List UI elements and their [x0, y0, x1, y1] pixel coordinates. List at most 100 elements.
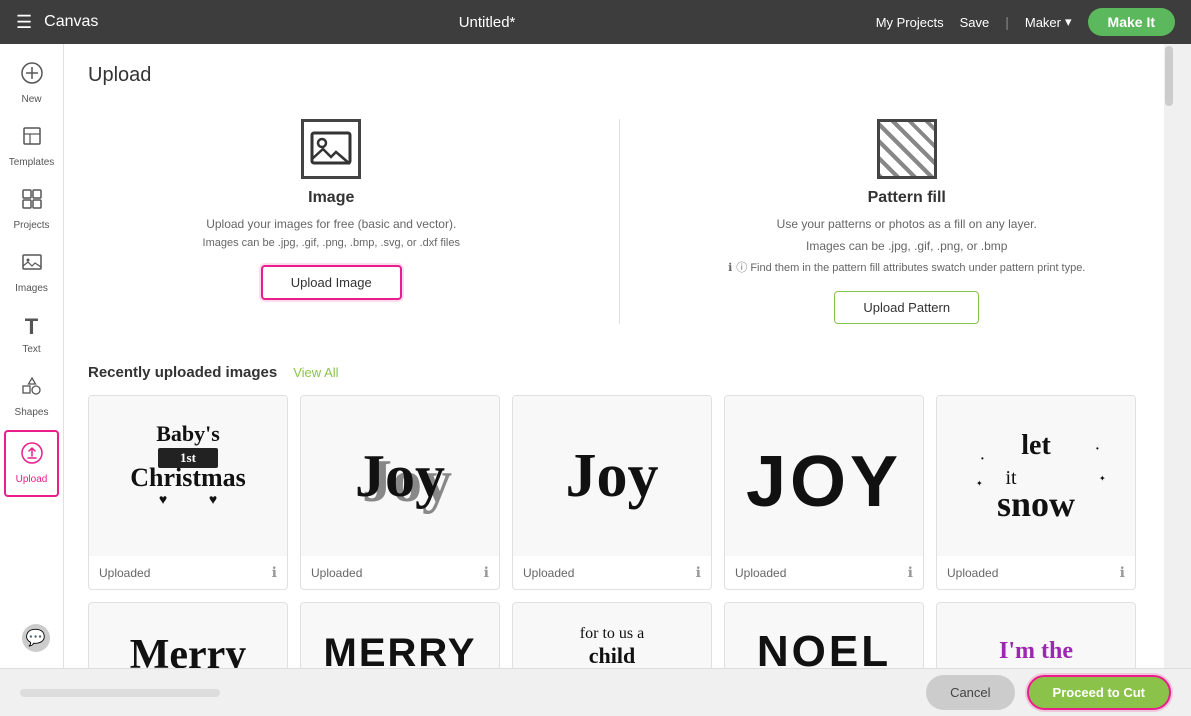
image-card-1: Baby's 1st Christmas ♥ ♥ Uploaded ℹ	[88, 395, 288, 590]
chevron-down-icon: ▾	[1065, 14, 1072, 30]
svg-text:I'm the: I'm the	[999, 638, 1073, 664]
sidebar-item-label: Templates	[9, 157, 55, 168]
image-thumb-3[interactable]: Joy	[513, 396, 711, 556]
templates-icon	[21, 125, 43, 153]
sidebar-item-shapes[interactable]: Shapes	[0, 365, 63, 428]
info-icon: ℹ	[728, 261, 732, 274]
svg-text:♥: ♥	[209, 491, 217, 507]
image-thumb-7[interactable]: MERRY	[301, 603, 499, 668]
image-thumb-8[interactable]: for to us a child	[513, 603, 711, 668]
sidebar-item-label: Text	[22, 344, 40, 355]
svg-text:♥: ♥	[159, 491, 167, 507]
image-card-2: Joy Joy Uploaded ℹ	[300, 395, 500, 590]
maker-button[interactable]: Maker ▾	[1025, 14, 1072, 30]
sidebar-item-new[interactable]: New	[0, 52, 63, 115]
image-card-footer-3: Uploaded ℹ	[513, 556, 711, 589]
pattern-upload-option: Pattern fill Use your patterns or photos…	[660, 99, 1155, 344]
image-card-footer-1: Uploaded ℹ	[89, 556, 287, 589]
upload-image-button[interactable]: Upload Image	[261, 265, 402, 300]
image-card-8: for to us a child	[512, 602, 712, 668]
progress-bar	[20, 689, 220, 697]
save-link[interactable]: Save	[960, 15, 990, 30]
info-icon-2[interactable]: ℹ	[484, 564, 489, 581]
image-grid-row2: Merry MERRY for to us a ch	[88, 602, 1150, 668]
uploaded-label-4: Uploaded	[735, 566, 786, 580]
svg-text:✦: ✦	[976, 479, 983, 488]
recently-section: Recently uploaded images View All Baby's…	[64, 364, 1174, 668]
info-icon-3[interactable]: ℹ	[696, 564, 701, 581]
image-option-desc2: Images can be .jpg, .gif, .png, .bmp, .s…	[203, 237, 460, 249]
info-icon-5[interactable]: ℹ	[1120, 564, 1125, 581]
image-card-5: let it snow •• ✦✦ Uploaded ℹ	[936, 395, 1136, 590]
projects-icon	[21, 188, 43, 216]
svg-text:snow: snow	[997, 484, 1075, 524]
cancel-button[interactable]: Cancel	[926, 675, 1014, 710]
upload-pattern-button[interactable]: Upload Pattern	[834, 291, 979, 324]
left-sidebar: New Templates Projects Images T Text	[0, 44, 64, 668]
sidebar-item-label: Images	[15, 283, 48, 294]
new-icon	[21, 62, 43, 90]
scrollbar-thumb[interactable]	[1165, 46, 1173, 106]
image-card-footer-4: Uploaded ℹ	[725, 556, 923, 589]
my-projects-link[interactable]: My Projects	[876, 15, 944, 30]
sidebar-item-text[interactable]: T Text	[0, 304, 63, 365]
image-card-10: I'm the	[936, 602, 1136, 668]
panel-title: Upload	[88, 64, 1150, 87]
image-thumb-5[interactable]: let it snow •• ✦✦	[937, 396, 1135, 556]
shapes-icon	[21, 375, 43, 403]
uploaded-label-3: Uploaded	[523, 566, 574, 580]
image-grid-row1: Baby's 1st Christmas ♥ ♥ Uploaded ℹ	[88, 395, 1150, 590]
image-card-footer-2: Uploaded ℹ	[301, 556, 499, 589]
view-all-link[interactable]: View All	[293, 365, 338, 380]
sidebar-item-templates[interactable]: Templates	[0, 115, 63, 178]
image-card-3: Joy Uploaded ℹ	[512, 395, 712, 590]
feedback-button[interactable]: 💬	[22, 624, 50, 652]
scrollbar[interactable]	[1164, 44, 1174, 668]
pattern-option-note: ℹ ⓘ Find them in the pattern fill attrib…	[728, 259, 1085, 275]
svg-text:JOY: JOY	[746, 442, 902, 522]
image-thumb-6[interactable]: Merry	[89, 603, 287, 668]
sidebar-item-label: Upload	[16, 474, 48, 485]
image-thumb-4[interactable]: JOY	[725, 396, 923, 556]
document-title[interactable]: Untitled*	[459, 14, 516, 31]
svg-text:MERRY: MERRY	[324, 631, 477, 668]
make-it-button[interactable]: Make It	[1088, 8, 1175, 36]
image-thumb-9[interactable]: NOEL	[725, 603, 923, 668]
svg-text:Joy: Joy	[355, 443, 445, 509]
image-upload-option: Image Upload your images for free (basic…	[84, 99, 579, 344]
main-layout: New Templates Projects Images T Text	[0, 44, 1191, 668]
sidebar-item-projects[interactable]: Projects	[0, 178, 63, 241]
upload-icon	[21, 442, 43, 470]
sidebar-item-images[interactable]: Images	[0, 241, 63, 304]
sidebar-item-upload[interactable]: Upload	[4, 430, 59, 497]
info-icon-1[interactable]: ℹ	[272, 564, 277, 581]
topbar: ☰ Canvas Untitled* My Projects Save | Ma…	[0, 0, 1191, 44]
bottom-actions: Cancel Proceed to Cut	[926, 675, 1171, 710]
menu-icon[interactable]: ☰	[16, 12, 32, 33]
svg-text:✦: ✦	[1099, 474, 1106, 483]
uploaded-label-5: Uploaded	[947, 566, 998, 580]
svg-text:Merry: Merry	[130, 632, 247, 668]
image-card-4: JOY Uploaded ℹ	[724, 395, 924, 590]
svg-text:•: •	[981, 454, 984, 463]
image-thumb-1[interactable]: Baby's 1st Christmas ♥ ♥	[89, 396, 287, 556]
divider: |	[1005, 14, 1009, 30]
panel-header: Upload	[64, 44, 1174, 99]
pattern-option-title: Pattern fill	[868, 189, 946, 207]
svg-text:•: •	[1096, 444, 1099, 453]
images-icon	[21, 251, 43, 279]
uploaded-label-1: Uploaded	[99, 566, 150, 580]
image-card-7: MERRY	[300, 602, 500, 668]
sidebar-item-label: Projects	[13, 220, 49, 231]
image-thumb-2[interactable]: Joy Joy	[301, 396, 499, 556]
image-thumb-10[interactable]: I'm the	[937, 603, 1135, 668]
upload-panel: Upload Image Upload your images for free…	[64, 44, 1174, 668]
pattern-option-desc1: Use your patterns or photos as a fill on…	[777, 215, 1037, 233]
text-icon: T	[25, 314, 38, 340]
svg-text:child: child	[589, 643, 635, 668]
pattern-option-desc2: Images can be .jpg, .gif, .png, or .bmp	[806, 237, 1007, 255]
image-card-9: NOEL	[724, 602, 924, 668]
info-icon-4[interactable]: ℹ	[908, 564, 913, 581]
brand-label: Canvas	[44, 13, 98, 31]
proceed-button[interactable]: Proceed to Cut	[1027, 675, 1171, 710]
